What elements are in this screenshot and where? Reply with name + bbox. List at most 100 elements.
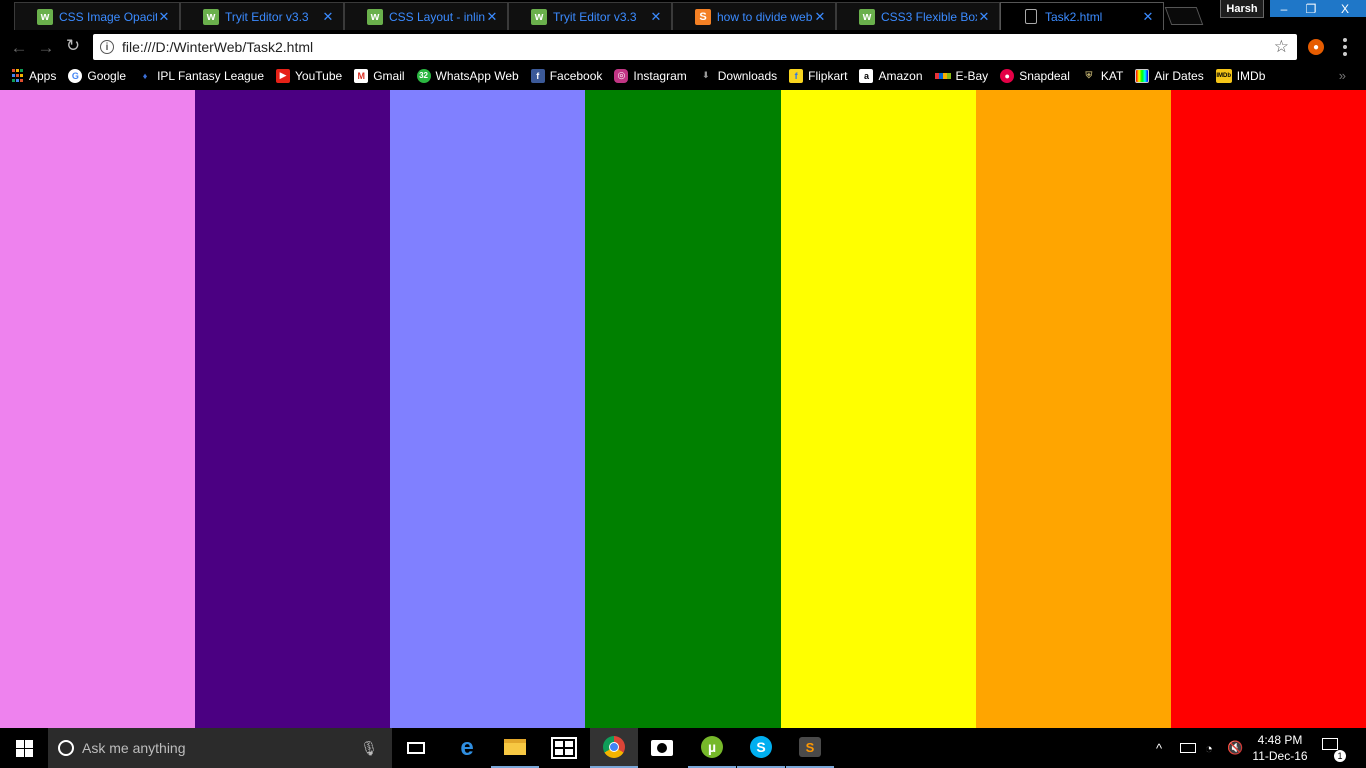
tab-3[interactable]: w Tryit Editor v3.3 ✕ (508, 2, 672, 30)
facebook-icon: f (530, 68, 545, 83)
bookmark-star-icon[interactable]: ☆ (1274, 37, 1289, 57)
start-button[interactable] (0, 728, 48, 768)
taskbar-chrome[interactable] (590, 728, 638, 768)
color-column-4 (585, 90, 781, 728)
stackoverflow-icon: S (695, 8, 711, 25)
profile-button[interactable]: Harsh (1220, 0, 1264, 18)
bookmark-amazon[interactable]: a Amazon (859, 68, 923, 83)
close-icon[interactable]: ✕ (485, 9, 499, 25)
gmail-icon: M (354, 68, 369, 83)
tab-title: CSS3 Flexible Box (881, 9, 977, 24)
taskbar-utorrent[interactable]: µ (688, 728, 736, 768)
tab-4[interactable]: S how to divide web ✕ (672, 2, 836, 30)
taskbar-store[interactable] (540, 728, 588, 768)
bookmark-label: Flipkart (808, 68, 848, 83)
amazon-icon: a (859, 68, 874, 83)
bookmark-kat[interactable]: ⛨ KAT (1082, 69, 1124, 83)
back-arrow-icon[interactable]: ← (8, 38, 30, 58)
bookmark-flipkart[interactable]: f Flipkart (789, 68, 848, 83)
minimize-button[interactable]: – (1270, 0, 1298, 17)
url-text[interactable]: file:///D:/WinterWeb/Task2.html (122, 39, 1274, 55)
bookmark-gmail[interactable]: M Gmail (354, 68, 405, 83)
bookmark-label: Snapdeal (1019, 68, 1070, 83)
taskbar-sublime[interactable]: S (786, 728, 834, 768)
taskbar-edge[interactable]: e (443, 728, 491, 768)
browser-toolbar: ← → ↻ i file:///D:/WinterWeb/Task2.html … (0, 30, 1366, 63)
search-placeholder[interactable]: Ask me anything (82, 740, 360, 756)
reload-icon[interactable]: ↻ (62, 36, 84, 56)
color-column-2 (195, 90, 391, 728)
microphone-icon[interactable]: 🎙 (360, 740, 378, 757)
sublime-text-icon: S (799, 737, 821, 757)
apps-grid-icon (10, 69, 24, 83)
clock[interactable]: 4:48 PM 11-Dec-16 (1248, 732, 1312, 764)
bookmark-apps[interactable]: Apps (10, 69, 56, 83)
taskbar-skype[interactable]: S (737, 728, 785, 768)
close-icon[interactable]: ✕ (649, 9, 663, 25)
close-icon[interactable]: ✕ (1141, 9, 1155, 25)
folder-icon (504, 739, 526, 755)
ipl-icon: ♦ (142, 70, 148, 81)
battery-icon[interactable] (1180, 728, 1196, 768)
bookmark-label: Downloads (717, 68, 778, 83)
color-column-7 (1170, 90, 1366, 728)
bookmark-facebook[interactable]: f Facebook (530, 68, 602, 83)
tab-6-active[interactable]: Task2.html ✕ (1000, 2, 1164, 30)
bookmark-snapdeal[interactable]: ● Snapdeal (1000, 68, 1070, 83)
bookmark-label: IMDb (1236, 68, 1266, 83)
taskbar-file-explorer[interactable] (491, 728, 539, 768)
bookmark-downloads[interactable]: ⬇ Downloads (699, 69, 777, 83)
bookmark-google[interactable]: G Google (68, 68, 127, 83)
maximize-button[interactable]: ❐ (1298, 0, 1324, 17)
chrome-menu-icon[interactable] (1343, 38, 1347, 56)
bookmark-ebay[interactable]: E-Bay (934, 69, 988, 83)
bookmark-ipl[interactable]: ♦ IPL Fantasy League (138, 69, 264, 83)
close-icon[interactable]: ✕ (157, 9, 171, 25)
extension-icon[interactable]: ● (1308, 39, 1324, 55)
edge-icon: e (460, 734, 474, 761)
taskbar-camera[interactable] (638, 728, 686, 768)
tab-1[interactable]: w Tryit Editor v3.3 ✕ (180, 2, 344, 30)
bookmarks-overflow-icon[interactable]: » (1339, 68, 1346, 83)
address-bar[interactable]: i file:///D:/WinterWeb/Task2.html ☆ (93, 34, 1297, 60)
cortana-search-box[interactable]: Ask me anything 🎙 (48, 728, 392, 768)
bookmark-label: Google (87, 68, 127, 83)
imdb-icon: IMDb (1215, 68, 1232, 83)
clock-date: 11-Dec-16 (1252, 749, 1308, 763)
bookmark-youtube[interactable]: ▶ YouTube (276, 68, 342, 83)
w3schools-icon: w (203, 8, 219, 25)
bookmark-instagram[interactable]: ◎ Instagram (614, 68, 687, 83)
bookmark-label: Apps (29, 68, 57, 83)
tab-5[interactable]: w CSS3 Flexible Box ✕ (836, 2, 1000, 30)
bookmark-imdb[interactable]: IMDb IMDb (1215, 68, 1266, 83)
chrome-icon (603, 736, 625, 758)
skype-icon: S (750, 736, 772, 758)
page-content (0, 90, 1366, 728)
tab-title: Task2.html (1045, 9, 1103, 24)
wifi-icon[interactable]: ◔ (1205, 728, 1213, 768)
windows-logo-icon (15, 739, 33, 757)
bookmark-airdates[interactable]: Air Dates (1135, 68, 1204, 83)
task-view-button[interactable] (392, 728, 440, 768)
new-tab-button[interactable] (1164, 7, 1204, 25)
close-icon[interactable]: ✕ (977, 9, 991, 25)
utorrent-icon: µ (701, 736, 723, 758)
forward-arrow-icon[interactable]: → (35, 38, 57, 58)
google-icon: G (68, 68, 83, 83)
bookmark-label: IPL Fantasy League (157, 68, 265, 83)
volume-muted-icon[interactable]: 🔇 (1227, 728, 1243, 768)
tab-2[interactable]: w CSS Layout - inline ✕ (344, 2, 508, 30)
show-hidden-icons-button[interactable]: ^ (1156, 728, 1162, 768)
info-icon[interactable]: i (100, 40, 114, 54)
document-icon (1025, 9, 1037, 24)
bookmark-whatsapp[interactable]: 32 WhatsApp Web (416, 68, 519, 83)
color-column-1 (0, 90, 196, 728)
airdates-icon (1135, 68, 1150, 83)
close-icon[interactable]: ✕ (813, 9, 827, 25)
bookmarks-bar: Apps G Google ♦ IPL Fantasy League ▶ You… (0, 63, 1366, 88)
tab-title: CSS Layout - inline (389, 9, 485, 24)
close-window-button[interactable]: X (1324, 0, 1366, 17)
close-icon[interactable]: ✕ (321, 9, 335, 25)
color-column-6 (975, 90, 1171, 728)
tab-0[interactable]: w CSS Image Opacity ✕ (14, 2, 180, 30)
